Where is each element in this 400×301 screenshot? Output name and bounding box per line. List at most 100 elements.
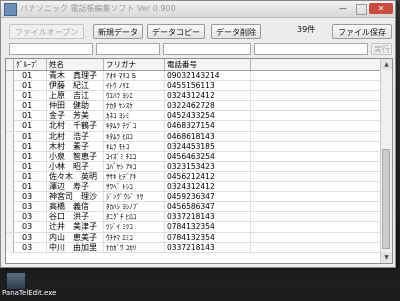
cell-group[interactable]: 03 [14, 202, 47, 213]
save-file-button[interactable]: ファイル保存 [332, 24, 392, 39]
cell-name[interactable]: 谷口 洪子 [47, 212, 104, 223]
table-row[interactable]: 01 小泉 智恵子 ｺｲｽﾞﾐ ﾁｴｺ 0456463254 [6, 151, 380, 162]
cell-tel[interactable]: 0456463254 [165, 151, 251, 162]
cell-group[interactable]: 01 [14, 171, 47, 182]
cell-kana[interactable]: ｻﾜﾍﾞ ﾄｼｺ [104, 182, 165, 193]
cell-kana[interactable]: ｺﾊﾞﾔｼ ｱｷｺ [104, 161, 165, 172]
cell-tel[interactable]: 0324312412 [165, 91, 251, 102]
cell-name[interactable]: 中川 由加里 [47, 242, 104, 253]
cell-group[interactable]: 01 [14, 71, 47, 81]
cell-name[interactable]: 神宮司 理沙 [47, 192, 104, 203]
cell-kana[interactable]: ﾅｶｶﾞﾜ ﾕｶﾘ [104, 242, 165, 253]
cell-kana[interactable]: ｱｵｷ ﾏﾘｺ S [104, 71, 165, 81]
search-field-tel[interactable] [254, 43, 368, 55]
table-row[interactable]: 03 谷口 洪子 ﾀﾆｸﾞﾁ ﾋﾛｺ 0337218143 [6, 212, 380, 223]
search-field-kana[interactable] [163, 43, 251, 55]
cell-group[interactable]: 01 [14, 121, 47, 132]
table-row[interactable]: 01 小林 昭子 ｺﾊﾞﾔｼ ｱｷｺ 0323153423 [6, 161, 380, 172]
table-row[interactable]: 01 仲田 健助 ﾅｶﾀ ｹﾝｽｹ 0322462728 [6, 101, 380, 112]
table-row[interactable]: 03 神宮司 理沙 ｼﾞﾝｸﾞｳｼﾞ ﾘｻ 0459236347 [6, 192, 380, 203]
cell-tel[interactable]: 0456212412 [165, 171, 251, 182]
cell-name[interactable]: 辻井 美津子 [47, 222, 104, 233]
cell-name[interactable]: 北村 浩子 [47, 131, 104, 142]
cell-group[interactable]: 01 [14, 111, 47, 122]
cell-name[interactable]: 金子 芳美 [47, 111, 104, 122]
cell-tel[interactable]: 0459236347 [165, 192, 251, 203]
table-row[interactable]: 01 佐々木 英明 ｻｻｷ ﾋﾃﾞｱｷ 0456212412 [6, 171, 380, 183]
cell-group[interactable]: 01 [14, 151, 47, 162]
cell-group[interactable]: 03 [14, 192, 47, 203]
cell-name[interactable]: 上原 吉江 [47, 91, 104, 102]
cell-tel[interactable]: 0784132354 [165, 222, 251, 233]
cell-kana[interactable]: ﾀﾆｸﾞﾁ ﾋﾛｺ [104, 212, 165, 223]
vertical-scrollbar[interactable]: ▲ ▼ [380, 59, 392, 263]
cell-tel[interactable]: 0455156113 [165, 81, 251, 92]
cell-name[interactable]: 木村 素子 [47, 141, 104, 152]
maximize-icon[interactable] [356, 4, 367, 15]
title-bar[interactable]: パナソニック 電話帳編集ソフト Ver 0.900 — ✕ [1, 1, 395, 18]
column-header-name[interactable]: 姓名 [47, 59, 104, 70]
new-data-button[interactable]: 新規データ [93, 24, 143, 39]
cell-kana[interactable]: ｻｻｷ ﾋﾃﾞｱｷ [104, 171, 165, 182]
cell-kana[interactable]: ｶﾈｺ ﾖｼﾐ [104, 111, 165, 122]
column-header-tel[interactable]: 電話番号 [165, 59, 251, 70]
cell-name[interactable]: 澤辺 寿子 [47, 182, 104, 193]
cell-group[interactable]: 01 [14, 141, 47, 152]
cell-tel[interactable]: 0337218143 [165, 212, 251, 223]
cell-group[interactable]: 03 [14, 222, 47, 233]
scroll-up-icon[interactable]: ▲ [381, 59, 392, 70]
column-header-kana[interactable]: フリガナ [104, 59, 165, 70]
search-field-group[interactable] [9, 43, 93, 55]
table-row[interactable]: 01 北村 千鶴子 ｷﾀﾑﾗ ﾁﾂﾞｺ 0468327154 [6, 121, 380, 132]
column-header-group[interactable]: ｸﾞﾙｰﾌﾟ [14, 59, 47, 70]
close-icon[interactable]: ✕ [369, 3, 393, 14]
cell-name[interactable]: 伊藤 紀江 [47, 81, 104, 92]
scrollbar-thumb[interactable] [382, 149, 390, 249]
cell-tel[interactable]: 0468618143 [165, 131, 251, 142]
cell-kana[interactable]: ﾅｶﾀ ｹﾝｽｹ [104, 101, 165, 112]
open-file-button[interactable]: ファイルオープン [9, 24, 84, 39]
cell-name[interactable]: 仲田 健助 [47, 101, 104, 112]
cell-tel[interactable]: 0456586347 [165, 202, 251, 213]
table-row[interactable]: 01 青木 真理子 ｱｵｷ ﾏﾘｺ S 09032143214 [6, 71, 380, 82]
cell-kana[interactable]: ｷﾀﾑﾗ ﾋﾛｺ [104, 131, 165, 142]
table-row[interactable]: 01 金子 芳美 ｶﾈｺ ﾖｼﾐ 0452433254 [6, 111, 380, 122]
cell-group[interactable]: 01 [14, 91, 47, 102]
table-row[interactable]: 01 伊藤 紀江 ｲﾄｳ ﾉﾘｴ 0455156113 [6, 81, 380, 92]
cell-name[interactable]: 佐々木 英明 [47, 171, 104, 182]
delete-data-button[interactable]: データ削除 [211, 24, 261, 39]
cell-tel[interactable]: 0324453185 [165, 141, 251, 152]
table-row[interactable]: 01 上原 吉江 ｳｴﾊﾗ ﾖｼｴ 0324312412 [6, 91, 380, 102]
scroll-down-icon[interactable]: ▼ [381, 252, 392, 263]
cell-group[interactable]: 03 [14, 212, 47, 223]
table-row[interactable]: 03 高橋 義信 ﾀｶﾊｼ ﾖｼﾉﾌﾞ 0456586347 [6, 202, 380, 213]
cell-group[interactable]: 01 [14, 81, 47, 92]
cell-tel[interactable]: 0468327154 [165, 121, 251, 132]
cell-tel[interactable]: 0322462728 [165, 101, 251, 112]
cell-group[interactable]: 01 [14, 182, 47, 193]
copy-data-button[interactable]: データコピー [147, 24, 205, 39]
cell-kana[interactable]: ｷﾀﾑﾗ ﾁﾂﾞｺ [104, 121, 165, 132]
table-row[interactable]: 01 澤辺 寿子 ｻﾜﾍﾞ ﾄｼｺ 0324312412 [6, 182, 380, 193]
cell-tel[interactable]: 0324312412 [165, 182, 251, 193]
table-row[interactable]: 03 辻井 美津子 ﾂｼﾞｲ ﾐﾂｺ 0784132354 [6, 222, 380, 233]
cell-kana[interactable]: ｷﾑﾗ ﾓﾄｺ [104, 141, 165, 152]
taskbar-app-icon[interactable] [6, 272, 26, 290]
cell-kana[interactable]: ﾂｼﾞｲ ﾐﾂｺ [104, 222, 165, 233]
cell-kana[interactable]: ｼﾞﾝｸﾞｳｼﾞ ﾘｻ [104, 192, 165, 203]
cell-group[interactable]: 01 [14, 131, 47, 142]
cell-name[interactable]: 小泉 智恵子 [47, 151, 104, 162]
cell-tel[interactable]: 0337218143 [165, 242, 251, 253]
cell-group[interactable]: 01 [14, 101, 47, 112]
cell-tel[interactable]: 0452433254 [165, 111, 251, 122]
table-row[interactable]: 03 内山 恵美子 ｳﾁﾔﾏ ｴﾐｺ 0784132354 [6, 232, 380, 243]
cell-group[interactable]: 03 [14, 242, 47, 253]
cell-tel[interactable]: 0784132354 [165, 232, 251, 243]
cell-name[interactable]: 小林 昭子 [47, 161, 104, 172]
search-field-name[interactable] [96, 43, 160, 55]
cell-kana[interactable]: ﾀｶﾊｼ ﾖｼﾉﾌﾞ [104, 202, 165, 213]
cell-kana[interactable]: ｳｴﾊﾗ ﾖｼｴ [104, 91, 165, 102]
table-row[interactable]: 03 中川 由加里 ﾅｶｶﾞﾜ ﾕｶﾘ 0337218143 [6, 242, 380, 253]
table-row[interactable]: 01 北村 浩子 ｷﾀﾑﾗ ﾋﾛｺ 0468618143 [6, 131, 380, 142]
search-run-button[interactable]: 実行 [371, 43, 392, 55]
